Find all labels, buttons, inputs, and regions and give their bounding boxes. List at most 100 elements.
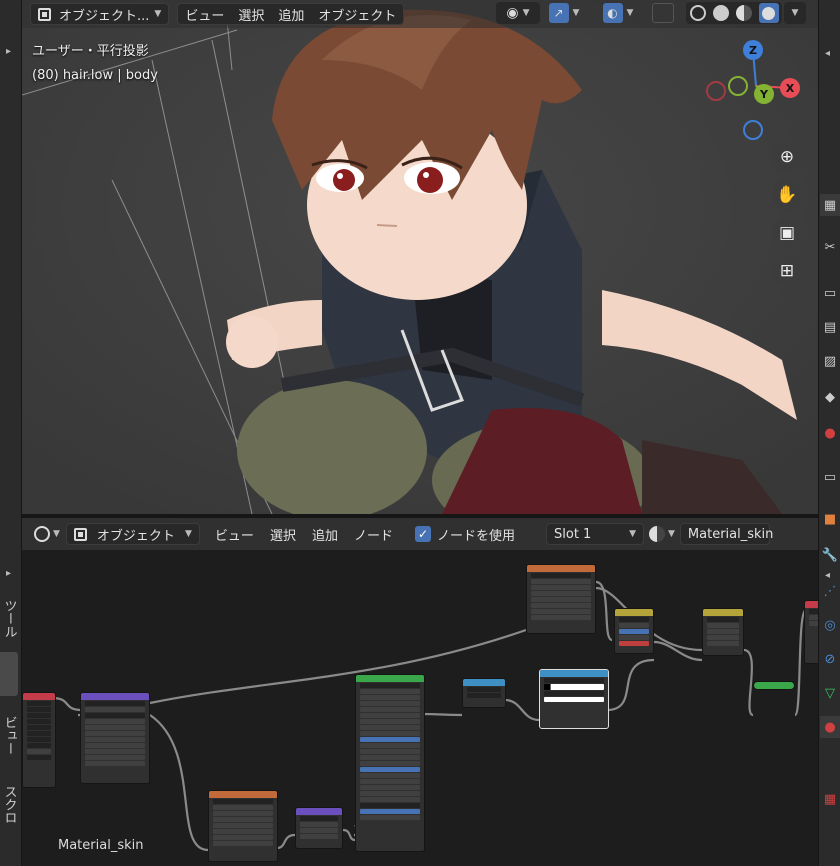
- node-mix-rgb-2[interactable]: [702, 608, 744, 656]
- menu-view[interactable]: ビュー: [178, 3, 231, 25]
- material-browse-button[interactable]: ▼: [646, 523, 678, 545]
- node-shader-to-rgb[interactable]: [462, 678, 506, 708]
- xray-toggle[interactable]: [652, 3, 674, 23]
- texture-tab-icon[interactable]: ▦: [820, 788, 840, 810]
- slot-dropdown[interactable]: Slot 1 ▼: [546, 523, 644, 545]
- node-image-texture-bottom[interactable]: [208, 790, 278, 862]
- gizmo-toggle[interactable]: ↗ ▼: [542, 2, 586, 24]
- properties-tab-strip: ◂ ◂ ▦ ✂ ▭ ▤ ▨ ◆ ● ▭ ■ 🔧 ⋰ ◎ ⊘ ▽ ● ▦: [818, 0, 840, 866]
- chevron-down-icon: ▼: [154, 9, 162, 19]
- eye-icon: ◉: [506, 5, 519, 21]
- chevron-down-icon: ▼: [53, 529, 60, 539]
- shading-options-dropdown[interactable]: ▼: [784, 2, 806, 24]
- axis-neg-y-icon[interactable]: [728, 76, 748, 96]
- pan-hand-icon[interactable]: ✋: [772, 180, 802, 210]
- node-emission[interactable]: [753, 681, 795, 690]
- axis-x-icon[interactable]: X: [780, 78, 800, 98]
- viewport-mode-dropdown[interactable]: オブジェクト... ▼: [30, 3, 170, 25]
- node-image-texture-top[interactable]: [526, 564, 596, 634]
- node-menu-select[interactable]: 選択: [263, 523, 303, 545]
- tool-tab-icon[interactable]: ▦: [820, 194, 840, 216]
- zoom-icon[interactable]: ⊕: [772, 142, 802, 172]
- shader-type-dropdown[interactable]: オブジェクト ▼: [65, 523, 200, 545]
- rendered-shading-icon[interactable]: [758, 3, 779, 23]
- navigation-gizmo[interactable]: Z Y X: [706, 36, 806, 146]
- node-material-output[interactable]: [804, 600, 818, 664]
- scene-tab-icon[interactable]: ◆: [820, 386, 840, 408]
- shader-node-editor[interactable]: ▼ オブジェクト ▼ ビュー 選択 追加 ノード ✓ ノードを使用 Slot 1…: [22, 518, 818, 866]
- physics-tab-icon[interactable]: ◎: [820, 614, 840, 636]
- particles-tab-icon[interactable]: ⋰: [820, 580, 840, 602]
- axis-neg-z-icon[interactable]: [743, 120, 763, 140]
- shader-editor-icon: [34, 526, 50, 542]
- material-shading-icon[interactable]: [735, 5, 752, 21]
- solid-shading-icon[interactable]: [712, 5, 729, 21]
- world-tab-icon[interactable]: ●: [820, 422, 840, 444]
- active-object-info: (80) hair.low | body: [32, 68, 158, 83]
- node-separate-rgb[interactable]: [295, 807, 343, 849]
- camera-icon[interactable]: ▣: [772, 218, 802, 248]
- material-tab-icon[interactable]: ●: [820, 716, 840, 738]
- left-toolbar-strip: ▸ ▸ ツール ビュー スクロ: [0, 0, 22, 866]
- material-sphere-icon: [649, 526, 665, 542]
- overlay-toggle[interactable]: ◐ ▼: [596, 2, 640, 24]
- node-menu-add[interactable]: 追加: [305, 523, 345, 545]
- render-tab-icon[interactable]: ▭: [820, 282, 840, 304]
- editor-type-dropdown[interactable]: ▼: [30, 523, 64, 545]
- node-principled-bsdf[interactable]: [355, 674, 425, 852]
- material-name-field[interactable]: Material_skin: [679, 523, 774, 545]
- node-mapping[interactable]: [80, 692, 150, 784]
- chevron-down-icon: ▼: [572, 8, 580, 18]
- side-tab-tool[interactable]: ツール: [0, 590, 18, 646]
- shader-type-label: オブジェクト: [96, 528, 175, 544]
- view-layer-tab-icon[interactable]: ▨: [820, 350, 840, 372]
- checkbox-checked-icon: ✓: [414, 526, 431, 542]
- wireframe-shading-icon[interactable]: [689, 5, 706, 21]
- modifier-tab-icon[interactable]: 🔧: [820, 544, 840, 566]
- shading-mode-group: [686, 2, 782, 24]
- menu-add[interactable]: 追加: [271, 3, 311, 25]
- viewport-info-overlay: ユーザー・平行投影 (80) hair.low | body: [32, 40, 158, 88]
- constraints-tab-icon[interactable]: ⊘: [820, 648, 840, 670]
- object-mode-icon: [73, 527, 87, 541]
- gizmo-icon: ↗: [548, 3, 569, 23]
- visibility-toggle[interactable]: ◉ ▼: [496, 2, 540, 24]
- tool-settings-icon[interactable]: ✂: [820, 236, 840, 258]
- output-tab-icon[interactable]: ▤: [820, 316, 840, 338]
- use-nodes-label: ノードを使用: [436, 528, 515, 544]
- node-mix-rgb-1[interactable]: [614, 608, 654, 654]
- data-tab-icon[interactable]: ▽: [820, 682, 840, 704]
- grid-perspective-icon[interactable]: ⊞: [772, 256, 802, 286]
- axis-y-icon[interactable]: Y: [754, 84, 774, 104]
- collapse-arrow-top[interactable]: ▸: [6, 46, 11, 57]
- object-tab-icon[interactable]: ■: [820, 508, 840, 530]
- node-menu-view[interactable]: ビュー: [208, 523, 261, 545]
- collection-tab-icon[interactable]: ▭: [820, 466, 840, 488]
- viewport-menu-group: ビュー 選択 追加 オブジェクト: [177, 3, 405, 25]
- overlay-icon: ◐: [602, 3, 623, 23]
- side-tab-active[interactable]: [0, 652, 18, 696]
- node-tree-name: Material_skin: [58, 838, 144, 853]
- 3d-viewport[interactable]: オブジェクト... ▼ ビュー 選択 追加 オブジェクト ◉ ▼ ↗ ▼ ◐ ▼ ▼ …: [22, 0, 818, 514]
- collapse-arrow-right[interactable]: ◂: [825, 48, 830, 59]
- axis-neg-x-icon[interactable]: [706, 81, 726, 101]
- node-menu-node[interactable]: ノード: [347, 523, 400, 545]
- material-name: Material_skin: [687, 526, 774, 542]
- chevron-down-icon: ▼: [522, 8, 530, 18]
- chevron-down-icon: ▼: [185, 529, 192, 539]
- chevron-down-icon: ▼: [626, 8, 634, 18]
- node-color-ramp[interactable]: [539, 669, 609, 729]
- object-mode-icon: [38, 7, 51, 21]
- node-editor-header: ▼ オブジェクト ▼ ビュー 選択 追加 ノード ✓ ノードを使用 Slot 1…: [22, 518, 818, 550]
- view-title: ユーザー・平行投影: [32, 44, 149, 59]
- axis-z-icon[interactable]: Z: [743, 40, 763, 60]
- menu-object[interactable]: オブジェクト: [311, 3, 403, 25]
- side-tab-view[interactable]: ビュー: [0, 706, 18, 764]
- collapse-arrow-bottom[interactable]: ▸: [6, 568, 11, 579]
- chevron-down-icon: ▼: [629, 529, 636, 539]
- use-nodes-toggle[interactable]: ✓ ノードを使用: [408, 523, 522, 545]
- node-texture-coordinate[interactable]: [22, 692, 56, 788]
- menu-select[interactable]: 選択: [231, 3, 271, 25]
- slot-label: Slot 1: [554, 526, 592, 542]
- side-tab-scroll[interactable]: スクロ: [0, 774, 18, 834]
